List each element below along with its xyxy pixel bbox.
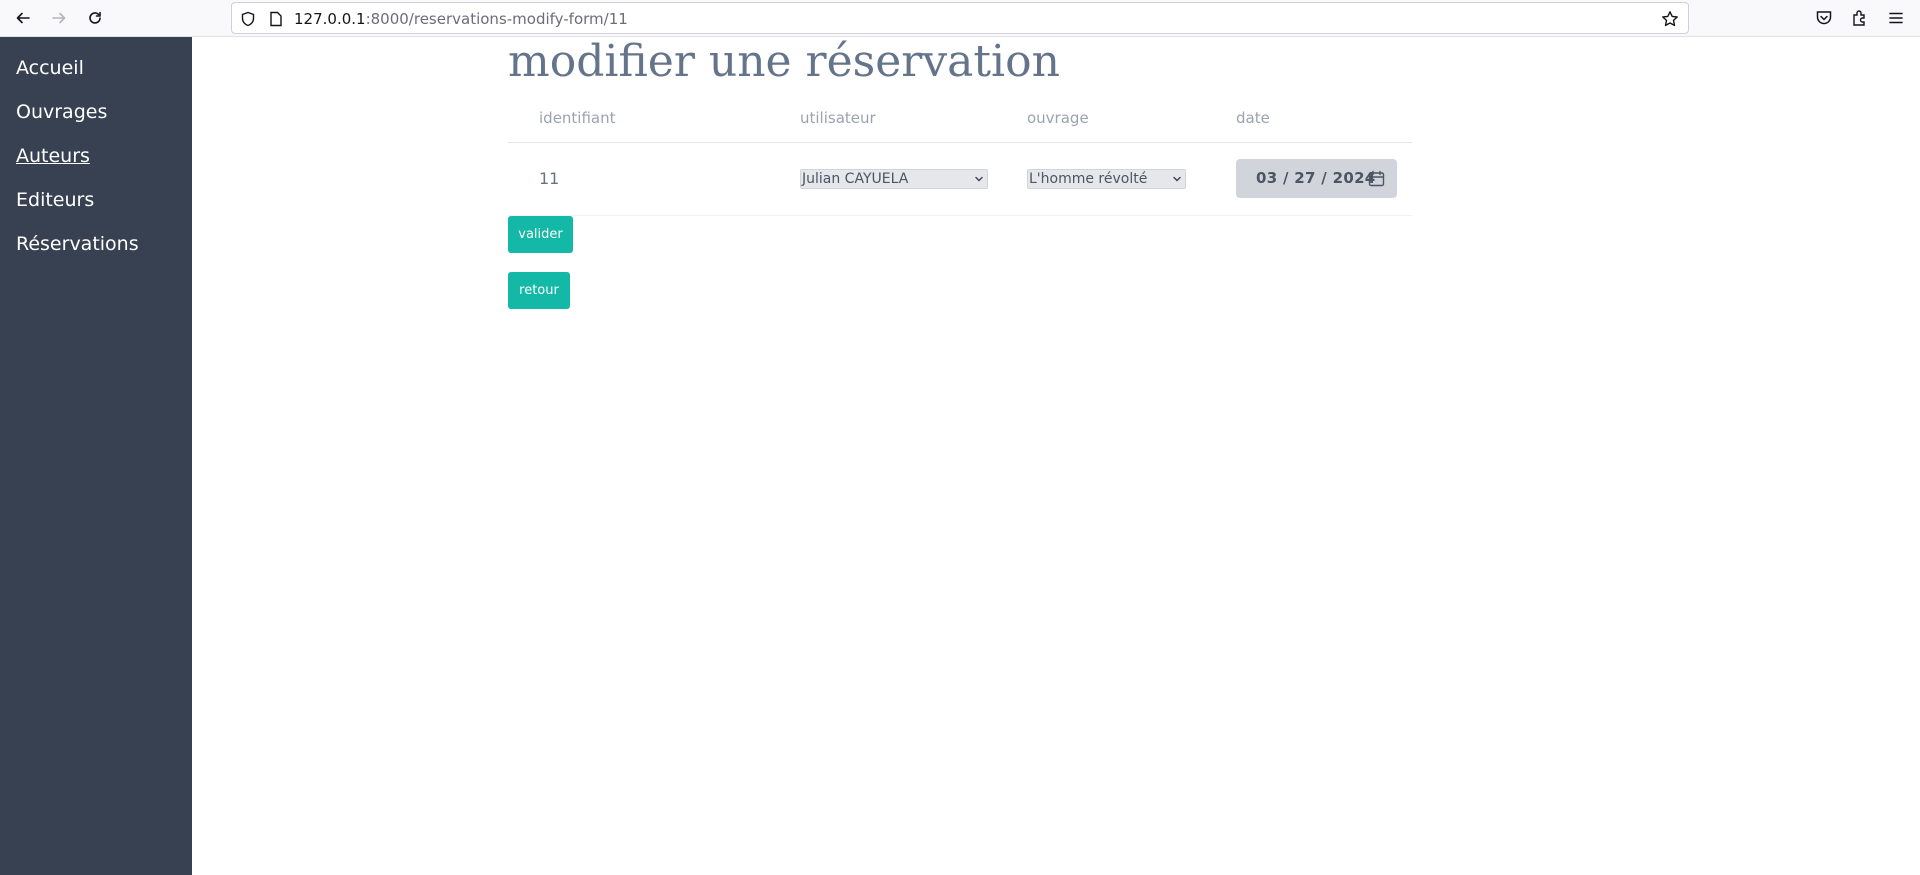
column-header-date: date <box>1236 109 1270 127</box>
date-input[interactable]: 03 / 27 / 2024 <box>1236 159 1397 198</box>
reload-icon[interactable] <box>82 5 108 31</box>
book-select-value: L'homme révolté <box>1029 171 1148 187</box>
sidebar-item-reservations[interactable]: Réservations <box>16 233 139 255</box>
book-select[interactable]: L'homme révolté <box>1027 169 1186 189</box>
reservation-id: 11 <box>539 169 560 188</box>
pocket-icon[interactable] <box>1812 6 1836 30</box>
extensions-icon[interactable] <box>1848 6 1872 30</box>
bookmark-star-icon[interactable] <box>1660 9 1680 29</box>
browser-toolbar: 127.0.0.1:8000/reservations-modify-form/… <box>0 0 1920 37</box>
sidebar-item-ouvrages[interactable]: Ouvrages <box>16 101 107 123</box>
calendar-icon[interactable] <box>1368 170 1385 187</box>
back-button[interactable]: retour <box>508 272 570 309</box>
sidebar-item-accueil[interactable]: Accueil <box>16 57 84 79</box>
user-select-value: Julian CAYUELA <box>802 171 909 187</box>
page-title: modifier une réservation <box>508 36 1060 87</box>
date-value: 03 / 27 / 2024 <box>1256 169 1376 187</box>
back-icon[interactable] <box>10 5 36 31</box>
shield-icon[interactable] <box>238 9 258 29</box>
sidebar-item-auteurs[interactable]: Auteurs <box>16 145 90 167</box>
url-text[interactable]: 127.0.0.1:8000/reservations-modify-form/… <box>294 10 628 28</box>
menu-icon[interactable] <box>1884 6 1908 30</box>
validate-button[interactable]: valider <box>508 216 573 253</box>
row-divider <box>508 215 1412 216</box>
forward-icon[interactable] <box>46 5 72 31</box>
chevron-down-icon <box>1173 176 1181 182</box>
chevron-down-icon <box>975 176 983 182</box>
sidebar-item-editeurs[interactable]: Editeurs <box>16 189 94 211</box>
column-header-utilisateur: utilisateur <box>800 109 876 127</box>
column-header-identifiant: identifiant <box>539 109 616 127</box>
sidebar: Accueil Ouvrages Auteurs Editeurs Réserv… <box>0 37 192 875</box>
column-header-ouvrage: ouvrage <box>1027 109 1089 127</box>
url-bar[interactable]: 127.0.0.1:8000/reservations-modify-form/… <box>231 2 1689 34</box>
page-icon[interactable] <box>266 9 286 29</box>
header-divider <box>508 142 1412 143</box>
user-select[interactable]: Julian CAYUELA <box>800 169 988 189</box>
